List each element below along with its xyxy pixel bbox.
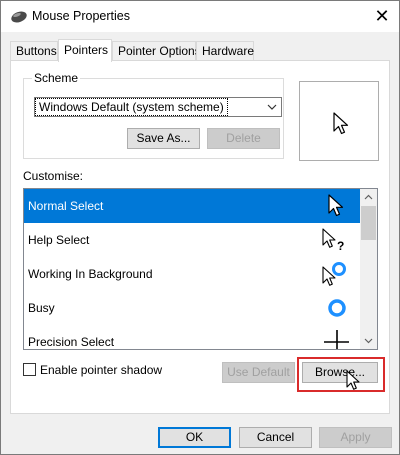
chevron-down-icon [364,338,373,344]
list-item-label: Help Select [28,233,90,247]
delete-button[interactable]: Delete [207,128,280,149]
list-item-normal-select[interactable]: Normal Select [24,189,361,223]
scroll-up-button[interactable] [360,189,377,206]
busy-ring-icon [328,299,346,317]
scheme-select[interactable]: Windows Default (system scheme) [34,97,282,117]
list-item-label: Busy [28,301,55,315]
working-in-background-icon [322,262,346,286]
use-default-button[interactable]: Use Default [222,362,295,383]
tab-buttons[interactable]: Buttons [10,41,58,61]
scroll-down-button[interactable] [360,332,377,349]
tab-pointers[interactable]: Pointers [58,39,112,62]
crosshair-icon [324,330,349,349]
list-item-label: Precision Select [28,335,115,349]
scheme-select-value: Windows Default (system scheme) [35,98,228,116]
list-item-busy[interactable]: Busy [24,291,361,325]
browse-button[interactable]: Browse... [302,362,378,383]
arrow-icon [333,112,349,135]
tab-hardware[interactable]: Hardware [196,41,254,61]
close-button[interactable]: ✕ [365,1,399,32]
chevron-down-icon [267,104,277,110]
title-bar: Mouse Properties ✕ [1,1,399,32]
cursor-preview [299,81,379,161]
list-item-precision-select[interactable]: Precision Select [24,325,361,349]
list-item-label: Working In Background [28,267,153,281]
mouse-properties-window: Mouse Properties ✕ Buttons Pointers Poin… [0,0,400,455]
ok-button[interactable]: OK [158,427,231,448]
list-scrollbar[interactable] [360,189,377,349]
pointer-shadow-label: Enable pointer shadow [40,363,163,377]
list-item-working-in-background[interactable]: Working In Background [24,257,361,291]
customise-label: Customise: [23,169,84,183]
arrow-icon [328,194,344,217]
tab-pointer-options[interactable]: Pointer Options [112,41,201,61]
scroll-thumb[interactable] [361,206,376,240]
cancel-button[interactable]: Cancel [239,427,312,448]
pointer-shadow-checkbox[interactable] [23,363,36,376]
scheme-group-label: Scheme [32,71,81,85]
save-as-button[interactable]: Save As... [127,128,200,149]
window-title: Mouse Properties [32,9,130,23]
list-item-help-select[interactable]: Help Select ? [24,223,361,257]
mouse-pointer-icon [346,370,360,390]
help-select-icon: ? [322,228,344,253]
pointers-tab-panel: Scheme Windows Default (system scheme) S… [10,60,390,414]
scheme-group: Scheme Windows Default (system scheme) S… [23,71,284,159]
customise-list: Normal Select Help Select ? Working In B… [23,188,378,350]
chevron-up-icon [364,194,373,200]
list-item-label: Normal Select [28,199,104,213]
svg-text:?: ? [337,239,344,253]
mouse-icon [11,11,27,23]
close-icon: ✕ [374,6,390,26]
apply-button[interactable]: Apply [319,427,392,448]
